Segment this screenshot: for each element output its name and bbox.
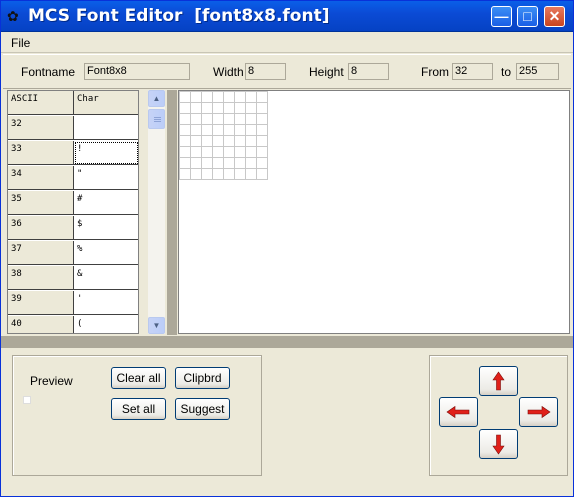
pixel-grid[interactable] xyxy=(179,91,268,180)
character-table[interactable]: ASCII Char 32 33 ! 34 " 35 # 36 $ 37 % 3… xyxy=(7,90,139,334)
font-info-bar: Fontname Font8x8 Width 8 Height 8 From 3… xyxy=(3,54,571,89)
char-cell[interactable]: " xyxy=(74,166,138,190)
char-cell[interactable]: ' xyxy=(74,291,138,315)
arrow-down-icon xyxy=(492,434,505,455)
table-row[interactable]: 37 % xyxy=(8,241,138,266)
ascii-cell: 34 xyxy=(8,166,74,190)
table-row[interactable]: 34 " xyxy=(8,166,138,191)
arrow-left-icon xyxy=(446,405,470,419)
close-button[interactable]: ✕ xyxy=(544,6,565,27)
scroll-thumb[interactable] xyxy=(148,109,165,129)
shift-right-button[interactable] xyxy=(519,397,558,427)
fontname-label: Fontname xyxy=(21,65,76,79)
char-cell[interactable]: # xyxy=(74,191,138,215)
table-row-selected[interactable]: 33 ! xyxy=(8,141,138,166)
chevron-down-icon: ▼ xyxy=(152,321,161,330)
close-icon: ✕ xyxy=(548,8,561,24)
clipbrd-button[interactable]: Clipbrd xyxy=(175,367,230,389)
ascii-cell: 37 xyxy=(8,241,74,265)
table-row[interactable]: 32 xyxy=(8,116,138,141)
char-cell[interactable]: & xyxy=(74,266,138,290)
vertical-splitter[interactable] xyxy=(167,90,177,335)
horizontal-splitter[interactable] xyxy=(1,336,573,348)
table-row[interactable]: 40 ( xyxy=(8,316,138,333)
shift-down-button[interactable] xyxy=(479,429,518,459)
to-field[interactable]: 255 xyxy=(516,63,559,80)
window-title: MCS Font Editor [font8x8.font] xyxy=(28,6,330,26)
arrow-right-icon xyxy=(527,405,551,419)
title-bar[interactable]: ✿ MCS Font Editor [font8x8.font] — □ ✕ xyxy=(1,1,573,32)
table-row[interactable]: 39 ' xyxy=(8,291,138,316)
fontname-field[interactable]: Font8x8 xyxy=(84,63,190,80)
char-cell[interactable] xyxy=(74,116,138,140)
arrow-up-icon xyxy=(492,371,505,391)
char-cell[interactable]: $ xyxy=(74,216,138,240)
shift-left-button[interactable] xyxy=(439,397,478,427)
ascii-cell: 40 xyxy=(8,316,74,333)
maximize-button[interactable]: □ xyxy=(517,6,538,27)
app-icon[interactable]: ✿ xyxy=(7,8,23,24)
scroll-down-button[interactable]: ▼ xyxy=(148,317,165,334)
menu-bar: File xyxy=(1,32,573,53)
table-row[interactable]: 38 & xyxy=(8,266,138,291)
char-cell[interactable]: ! xyxy=(74,141,138,165)
set-all-button[interactable]: Set all xyxy=(111,398,166,420)
shift-arrows-group xyxy=(429,355,568,476)
ascii-cell: 33 xyxy=(8,141,74,165)
table-row[interactable]: 36 $ xyxy=(8,216,138,241)
height-field[interactable]: 8 xyxy=(348,63,389,80)
preview-label: Preview xyxy=(30,374,73,388)
clear-all-button[interactable]: Clear all xyxy=(111,367,166,389)
char-cell[interactable]: % xyxy=(74,241,138,265)
char-cell[interactable]: ( xyxy=(74,316,138,333)
chevron-up-icon: ▲ xyxy=(152,94,161,103)
column-header-ascii[interactable]: ASCII xyxy=(8,91,74,115)
ascii-cell: 35 xyxy=(8,191,74,215)
column-header-char[interactable]: Char xyxy=(74,91,138,115)
app-window: ✿ MCS Font Editor [font8x8.font] — □ ✕ F… xyxy=(0,0,574,497)
bottom-panel: Preview Clear all Clipbrd Set all Sugges… xyxy=(1,348,573,496)
from-field[interactable]: 32 xyxy=(452,63,493,80)
ascii-cell: 38 xyxy=(8,266,74,290)
minimize-button[interactable]: — xyxy=(491,6,512,27)
menu-file-label: File xyxy=(11,36,31,50)
from-label: From xyxy=(421,65,449,79)
ascii-cell: 32 xyxy=(8,116,74,140)
minimize-icon: — xyxy=(494,8,509,24)
to-label: to xyxy=(501,65,512,79)
width-field[interactable]: 8 xyxy=(245,63,286,80)
preview-image xyxy=(23,396,31,404)
ascii-cell: 36 xyxy=(8,216,74,240)
menu-file[interactable]: File xyxy=(11,36,30,50)
tools-group: Preview Clear all Clipbrd Set all Sugges… xyxy=(12,355,262,476)
table-row[interactable]: 35 # xyxy=(8,191,138,216)
ascii-cell: 39 xyxy=(8,291,74,315)
scroll-up-button[interactable]: ▲ xyxy=(148,90,165,107)
table-header: ASCII Char xyxy=(8,91,138,116)
maximize-icon: □ xyxy=(523,8,532,24)
vertical-scrollbar[interactable]: ▲ ▼ xyxy=(148,90,165,334)
width-label: Width xyxy=(213,65,244,79)
shift-up-button[interactable] xyxy=(479,366,518,396)
glyph-editor-canvas[interactable] xyxy=(178,90,570,334)
height-label: Height xyxy=(309,65,344,79)
character-list-panel: ASCII Char 32 33 ! 34 " 35 # 36 $ 37 % 3… xyxy=(7,90,167,334)
suggest-button[interactable]: Suggest xyxy=(175,398,230,420)
